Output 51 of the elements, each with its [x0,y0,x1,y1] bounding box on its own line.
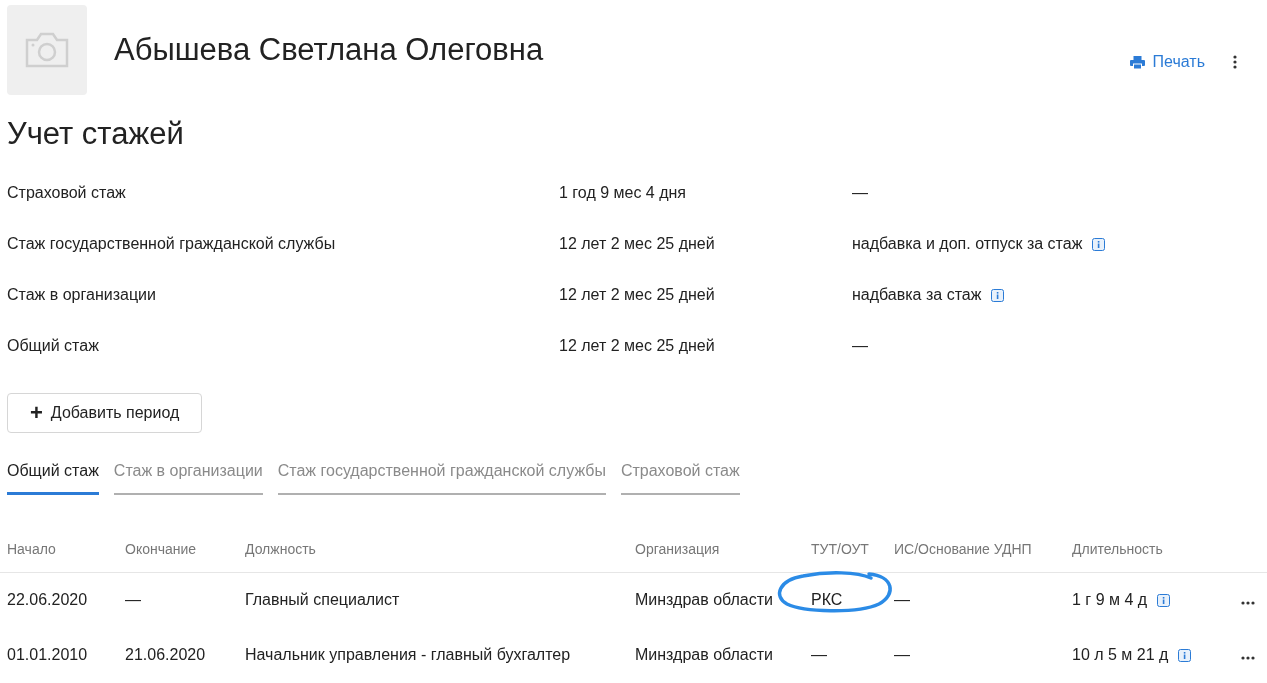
column-header: Длительность [1072,540,1164,560]
table-cell-text: — [894,590,910,611]
summary-note: — [852,336,868,357]
table-cell-text: Начальник управления - главный бухгалтер [245,645,571,666]
tab[interactable]: Стаж государственной гражданской службы [277,458,606,495]
person-name: Абышева Светлана Олеговна [114,31,544,69]
table-cell-text: 10 л 5 м 21 д [1072,645,1169,666]
summary-note: — [852,183,868,204]
column-header: Организация [635,540,721,560]
column-header: ИС/Основание УДНП [894,540,1033,560]
more-icon [1241,656,1255,661]
print-button[interactable]: Печать [1129,50,1205,74]
section-title: Учет стажей [7,115,185,153]
table-cell-text: — [125,590,141,611]
table-cell-text: — [811,645,827,666]
summary-note: надбавка и доп. отпуск за стаж [852,234,1083,255]
table-cell-text: РКС [811,590,843,611]
table-cell-text: Минздрав области [635,645,773,666]
summary-value: 12 лет 2 мес 25 дней [559,285,716,306]
summary-label: Страховой стаж [7,183,127,204]
info-icon[interactable] [1092,237,1106,251]
column-header: Окончание [125,540,198,560]
table-cell-text: — [894,645,910,666]
summary-label: Общий стаж [7,336,100,357]
camera-icon [23,30,71,70]
summary-value: 12 лет 2 мес 25 дней [559,336,716,357]
tab[interactable]: Страховой стаж [620,458,740,495]
summary-value: 12 лет 2 мес 25 дней [559,234,716,255]
info-icon[interactable] [1178,648,1192,662]
summary-value: 1 год 9 мес 4 дня [559,183,688,204]
table-cell-text: 01.01.2010 [7,645,88,666]
tab[interactable]: Стаж в организации [113,458,263,495]
table-cell-text: Главный специалист [245,590,400,611]
more-icon [1233,55,1237,69]
column-header: Должность [245,540,317,560]
table-cell-text: 21.06.2020 [125,645,206,666]
table-cell-text: Минздрав области [635,590,773,611]
table-cell-text: 1 г 9 м 4 д [1072,590,1148,611]
add-period-button[interactable]: + Добавить период [7,392,203,433]
plus-icon: + [30,401,43,424]
summary-note: надбавка за стаж [852,285,982,306]
column-header: Начало [7,540,57,560]
summary-label: Стаж в организации [7,285,157,306]
tab[interactable]: Общий стаж [7,458,99,495]
info-icon[interactable] [1157,593,1171,607]
summary-label: Стаж государственной гражданской службы [7,234,337,255]
column-header: ТУТ/ОУТ [811,540,870,560]
info-icon[interactable] [991,288,1005,302]
more-icon [1241,601,1255,606]
table-cell-text: 22.06.2020 [7,590,88,611]
printer-icon [1129,55,1145,69]
